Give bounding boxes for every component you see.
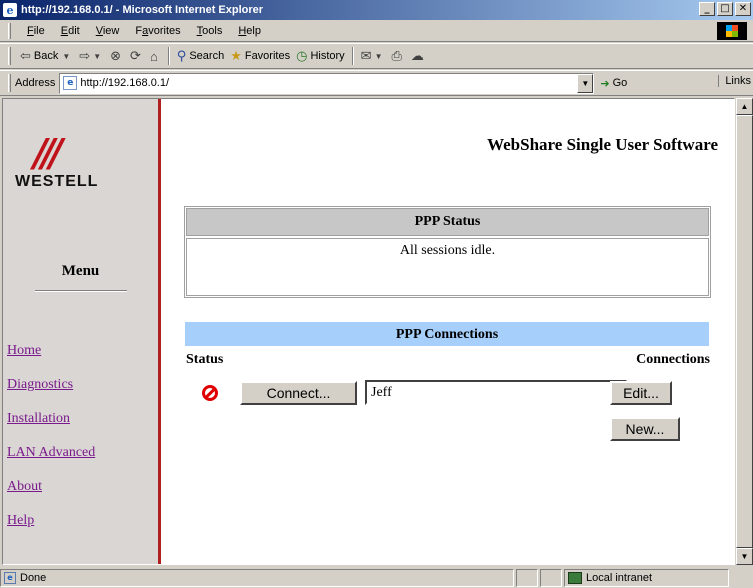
forward-arrow-icon: ⇨ <box>79 48 91 63</box>
close-button[interactable]: ✕ <box>735 2 751 16</box>
page-icon: e <box>63 76 78 90</box>
chevron-down-icon: ▼ <box>62 51 71 61</box>
nav-link-about[interactable]: About <box>7 479 95 513</box>
address-label: Address <box>15 77 56 89</box>
page-icon: e <box>4 571 16 584</box>
connection-name-field[interactable]: Jeff <box>365 380 627 405</box>
home-icon: ⌂ <box>149 48 158 64</box>
ppp-status-message: All sessions idle. <box>186 238 709 296</box>
ppp-connections-heading: PPP Connections <box>185 322 709 346</box>
links-button[interactable]: Links <box>718 75 751 87</box>
back-button[interactable]: ⇦ Back ▼ <box>17 45 76 67</box>
menu-help[interactable]: Help <box>230 23 269 39</box>
nav-link-help[interactable]: Help <box>7 513 95 547</box>
new-button[interactable]: New... <box>610 417 680 441</box>
nav-link-diagnostics[interactable]: Diagnostics <box>7 377 95 411</box>
maximize-button[interactable]: □ <box>717 2 733 16</box>
go-arrow-icon: ➔ <box>600 77 610 90</box>
toolbar-separator <box>351 47 354 65</box>
westell-logo-mark-icon: /// <box>33 130 63 175</box>
back-arrow-icon: ⇦ <box>20 48 31 63</box>
toolbar-grip[interactable] <box>8 47 11 65</box>
menu-divider <box>35 290 127 292</box>
menu-view[interactable]: View <box>88 23 128 39</box>
toolbar-separator <box>167 47 170 65</box>
ie-icon: e <box>3 3 17 17</box>
search-button[interactable]: ⚲ Search <box>174 45 227 67</box>
chevron-down-icon: ▼ <box>93 51 102 61</box>
sidebar-nav: Home Diagnostics Installation LAN Advanc… <box>7 343 95 547</box>
westell-logo: /// WESTELL <box>15 130 99 191</box>
disconnected-status-icon <box>202 385 218 401</box>
go-button[interactable]: ➔ Go <box>600 77 627 90</box>
standard-toolbar: ⇦ Back ▼ ⇨ ▼ ⊗ ⟳ ⌂ ⚲ Search ★ Favorites … <box>0 43 753 69</box>
address-bar: Address e http://192.168.0.1/ ▼ ➔ Go Lin… <box>0 70 753 96</box>
mail-icon: ✉ <box>360 48 372 63</box>
ppp-status-heading: PPP Status <box>186 208 709 236</box>
main-content: WebShare Single User Software PPP Status… <box>164 99 734 564</box>
page-viewport: /// WESTELL Menu Home Diagnostics Instal… <box>2 98 735 565</box>
discuss-icon: ☁ <box>410 48 424 63</box>
nav-link-home[interactable]: Home <box>7 343 95 377</box>
search-icon: ⚲ <box>176 48 187 63</box>
windows-logo-icon <box>717 22 747 40</box>
scroll-down-button[interactable]: ▼ <box>736 548 753 565</box>
minimize-button[interactable]: _ <box>699 2 715 16</box>
window-title: http://192.168.0.1/ - Microsoft Internet… <box>21 4 264 16</box>
addressbar-grip[interactable] <box>8 74 11 92</box>
stop-icon: ⊗ <box>110 48 122 63</box>
connect-button[interactable]: Connect... <box>240 381 357 405</box>
ppp-status-panel: PPP Status All sessions idle. <box>184 206 711 298</box>
nav-link-installation[interactable]: Installation <box>7 411 95 445</box>
print-icon: ⎙ <box>391 48 402 63</box>
window-controls: _ □ ✕ <box>697 2 751 16</box>
status-bar: e Done Local intranet <box>0 567 753 588</box>
menu-tools[interactable]: Tools <box>189 23 231 39</box>
history-button[interactable]: ◷ History <box>293 45 348 67</box>
address-input[interactable]: e http://192.168.0.1/ ▼ <box>59 72 595 94</box>
home-button[interactable]: ⌂ <box>147 45 164 67</box>
menu-favorites[interactable]: Favorites <box>127 23 188 39</box>
favorites-icon: ★ <box>230 48 242 63</box>
history-icon: ◷ <box>296 48 308 63</box>
menu-bar: File Edit View Favorites Tools Help <box>0 20 753 42</box>
discuss-button[interactable]: ☁ <box>408 45 430 67</box>
menu-heading: Menu <box>61 263 100 279</box>
status-text-pane: e Done <box>0 568 514 587</box>
address-url[interactable]: http://192.168.0.1/ <box>80 77 169 89</box>
page-title: WebShare Single User Software <box>487 135 718 154</box>
nav-link-lan-advanced[interactable]: LAN Advanced <box>7 445 95 479</box>
stop-button[interactable]: ⊗ <box>107 45 127 67</box>
security-zone-pane: Local intranet <box>564 568 729 587</box>
connections-column-header: Connections <box>636 352 710 367</box>
mail-button[interactable]: ✉ ▼ <box>358 45 389 67</box>
favorites-button[interactable]: ★ Favorites <box>227 45 293 67</box>
status-pane-empty <box>516 568 538 587</box>
refresh-icon: ⟳ <box>130 48 141 63</box>
title-bar: e http://192.168.0.1/ - Microsoft Intern… <box>0 0 753 20</box>
address-dropdown-button[interactable]: ▼ <box>577 73 594 93</box>
menu-file[interactable]: File <box>19 23 53 39</box>
refresh-button[interactable]: ⟳ <box>127 45 147 67</box>
scroll-up-button[interactable]: ▲ <box>736 98 753 115</box>
menubar-grip[interactable] <box>8 22 11 39</box>
edit-button[interactable]: Edit... <box>610 381 672 405</box>
scroll-thumb[interactable] <box>736 115 753 548</box>
sidebar: /// WESTELL Menu Home Diagnostics Instal… <box>3 99 161 564</box>
menu-edit[interactable]: Edit <box>53 23 88 39</box>
chevron-down-icon: ▼ <box>374 51 383 61</box>
westell-logo-text: WESTELL <box>15 173 99 190</box>
status-pane-empty <box>540 568 562 587</box>
print-button[interactable]: ⎙ <box>389 45 408 67</box>
vertical-scrollbar[interactable]: ▲ ▼ <box>736 98 753 565</box>
status-column-header: Status <box>186 352 224 367</box>
local-intranet-icon <box>568 571 582 584</box>
forward-button[interactable]: ⇨ ▼ <box>76 45 107 67</box>
